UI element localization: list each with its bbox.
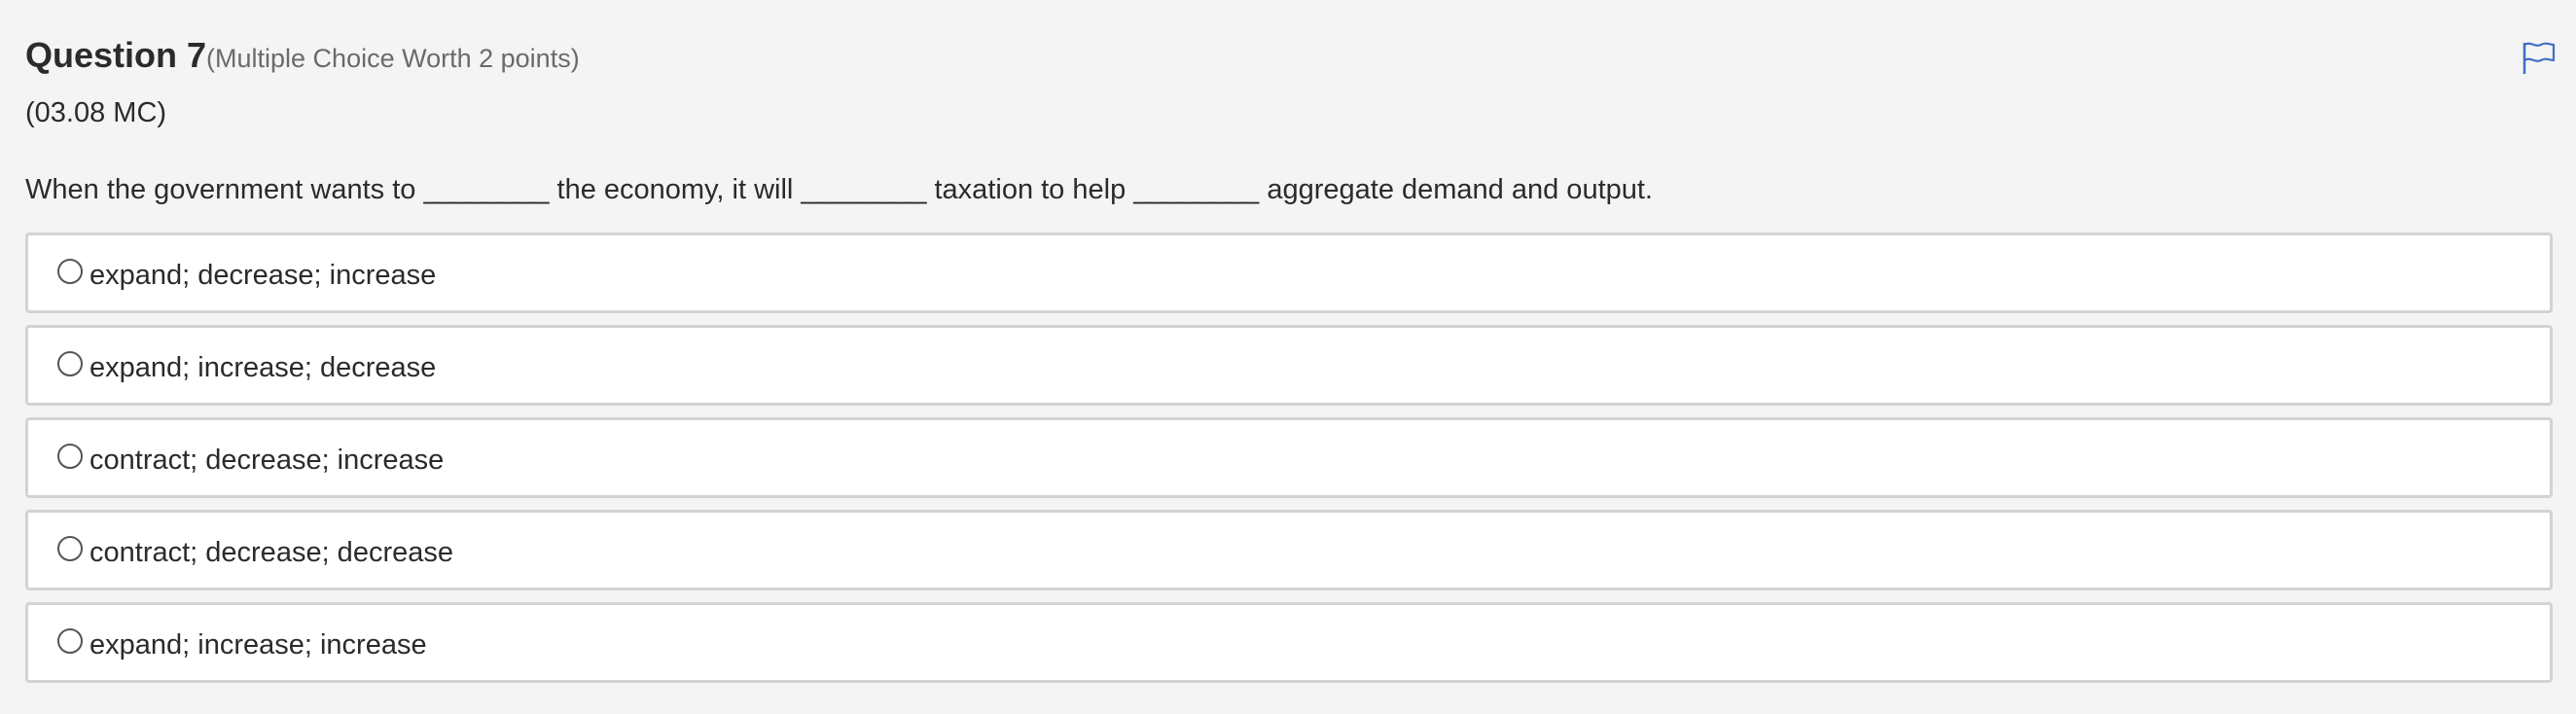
flag-icon bbox=[2522, 42, 2556, 74]
answer-option-2[interactable]: expand; increase; decrease bbox=[25, 325, 2553, 406]
radio-button[interactable] bbox=[57, 536, 83, 561]
answer-option-5[interactable]: expand; increase; increase bbox=[25, 602, 2553, 683]
answer-option-label: expand; increase; decrease bbox=[89, 352, 437, 383]
answer-option-label: expand; decrease; increase bbox=[89, 260, 437, 291]
answer-option-3[interactable]: contract; decrease; increase bbox=[25, 417, 2553, 498]
answer-option-label: expand; increase; increase bbox=[89, 629, 427, 660]
flag-question-button[interactable] bbox=[2520, 39, 2557, 76]
question-code: (03.08 MC) bbox=[25, 97, 167, 128]
question-stem: When the government wants to ________ th… bbox=[25, 174, 1653, 205]
answer-option-label: contract; decrease; decrease bbox=[89, 537, 453, 568]
radio-button[interactable] bbox=[57, 628, 83, 654]
question-title: Question 7 bbox=[25, 35, 207, 75]
question-points: (Multiple Choice Worth 2 points) bbox=[206, 44, 580, 73]
answer-option-4[interactable]: contract; decrease; decrease bbox=[25, 510, 2553, 590]
answer-option-1[interactable]: expand; decrease; increase bbox=[25, 232, 2553, 313]
radio-button[interactable] bbox=[57, 444, 83, 469]
radio-button[interactable] bbox=[57, 351, 83, 376]
radio-button[interactable] bbox=[57, 259, 83, 284]
answer-option-label: contract; decrease; increase bbox=[89, 445, 445, 476]
question-header: Question 7(Multiple Choice Worth 2 point… bbox=[25, 35, 580, 76]
answer-options: expand; decrease; increase expand; incre… bbox=[25, 232, 2553, 695]
